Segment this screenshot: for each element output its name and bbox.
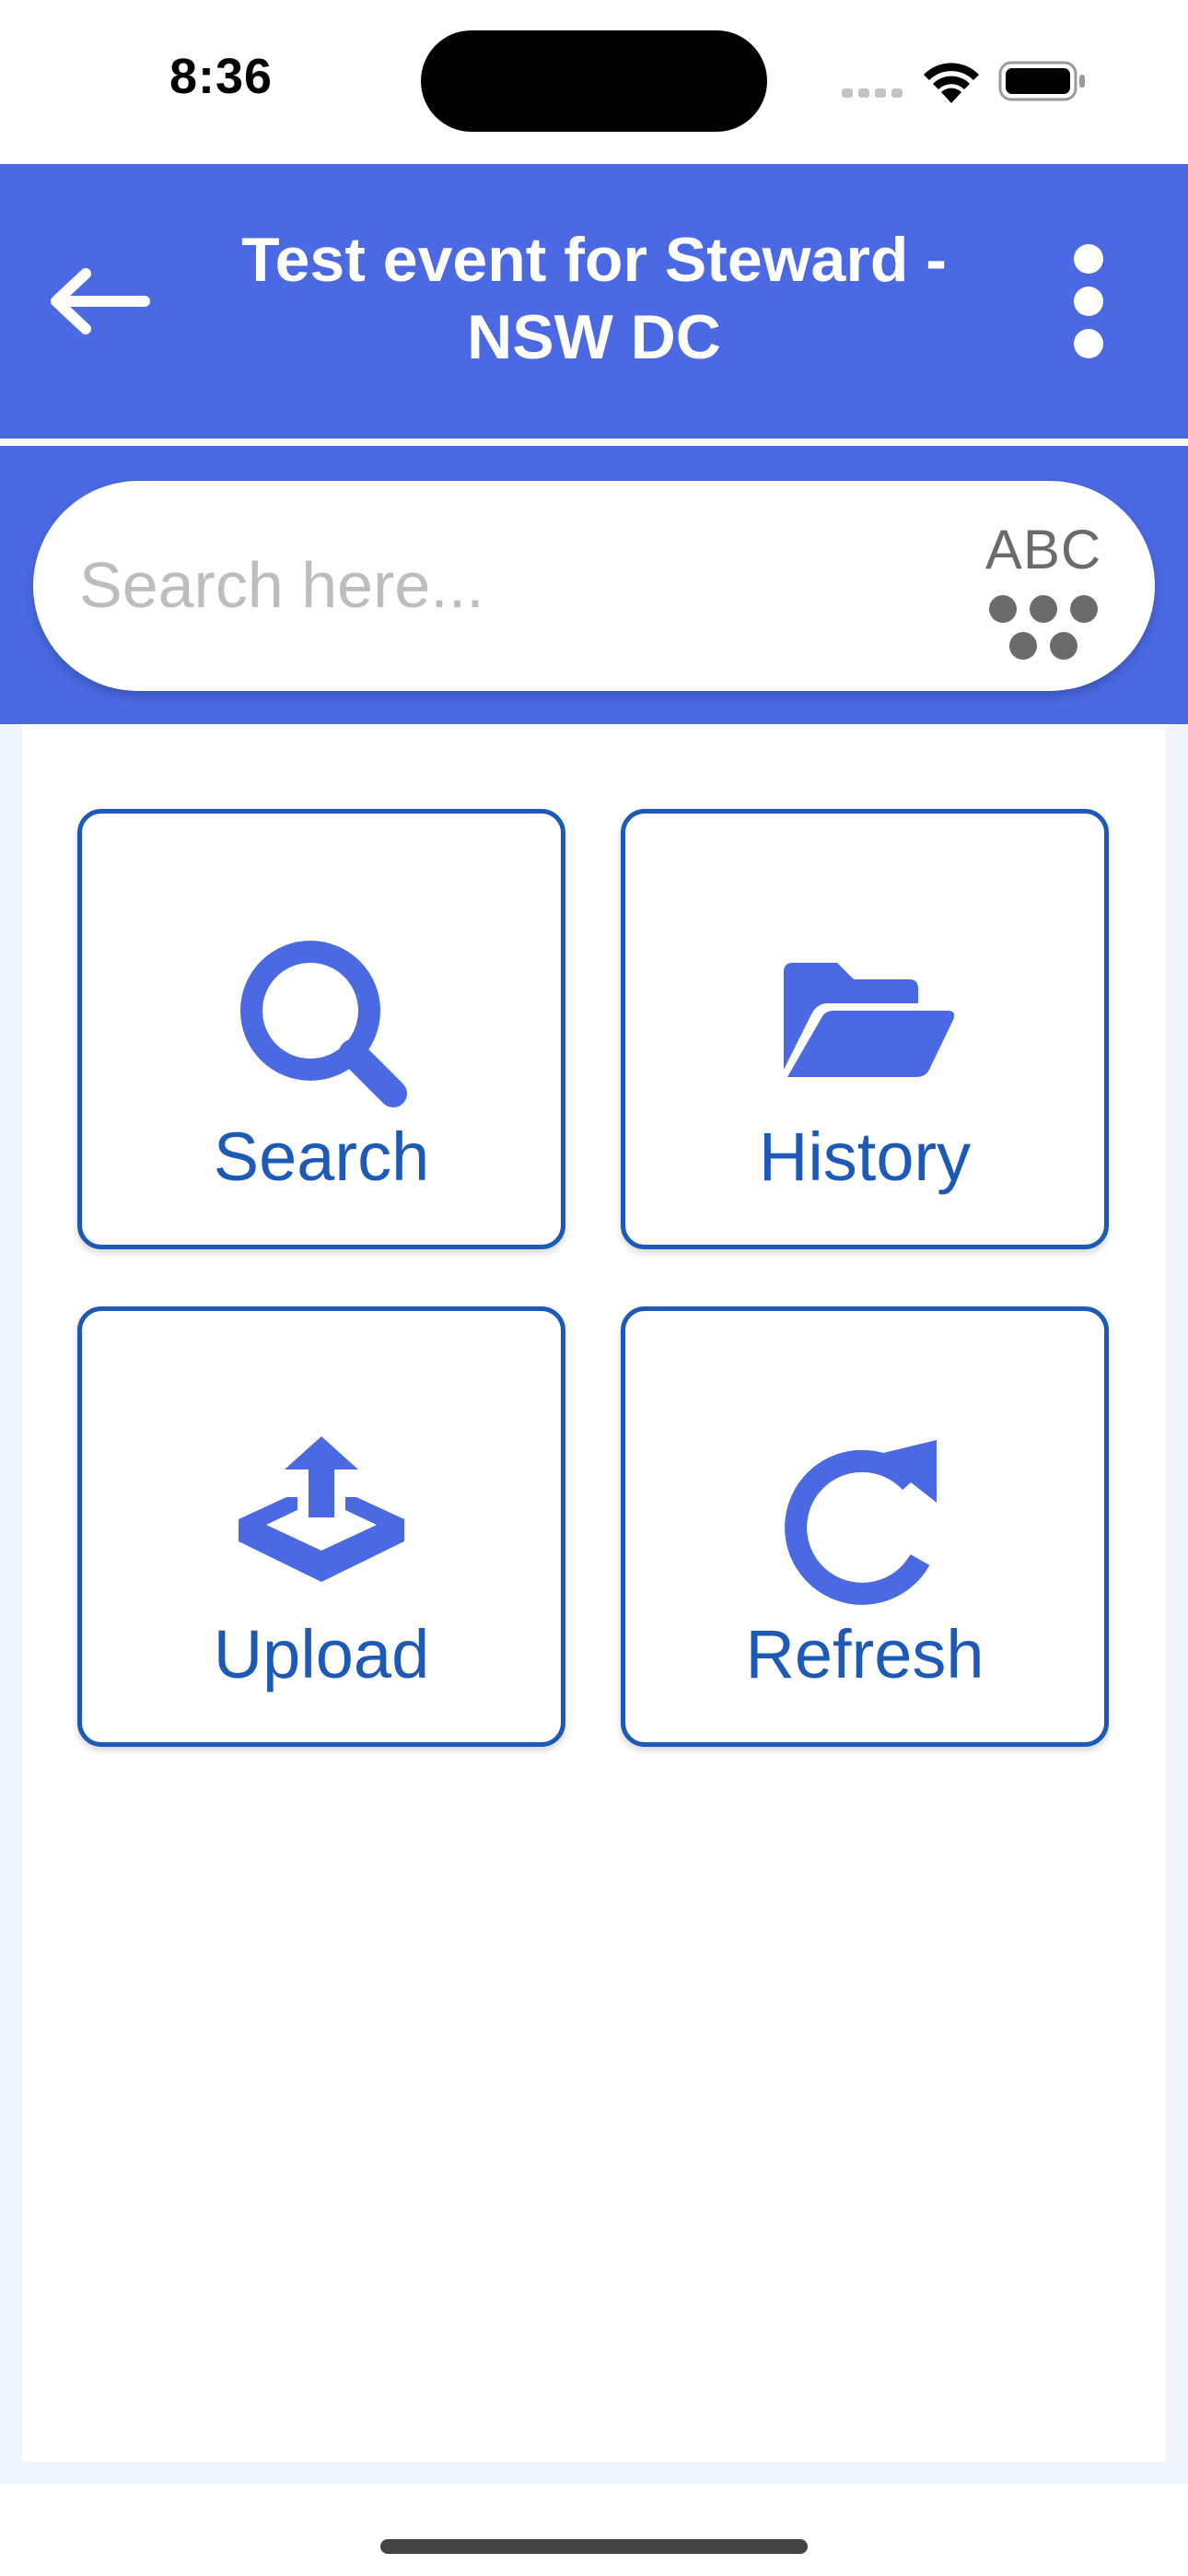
- page-title: Test event for Steward - NSW DC: [184, 221, 1004, 376]
- search-tile[interactable]: Search: [77, 809, 565, 1249]
- page-title-line-2: NSW DC: [467, 302, 721, 372]
- page-title-line-1: Test event for Steward -: [241, 225, 947, 295]
- keyboard-toggle-label: ABC: [984, 519, 1102, 580]
- wifi-icon: [924, 63, 979, 103]
- search-icon: [82, 931, 561, 1116]
- folder-open-icon: [625, 931, 1104, 1116]
- arrow-left-icon: [51, 268, 150, 334]
- upload-tile[interactable]: Upload: [77, 1306, 565, 1747]
- dynamic-island: [421, 30, 767, 132]
- back-button[interactable]: [39, 251, 158, 352]
- refresh-tile-label: Refresh: [745, 1616, 984, 1692]
- cellular-signal-icon: [842, 88, 903, 98]
- more-options-button[interactable]: [1059, 235, 1120, 366]
- battery-icon: [998, 61, 1085, 101]
- status-time: 8:36: [169, 49, 274, 104]
- history-tile-label: History: [758, 1118, 972, 1195]
- history-tile[interactable]: History: [621, 809, 1109, 1249]
- search-input[interactable]: [77, 516, 906, 654]
- status-bar: 8:36: [0, 0, 1188, 164]
- upload-icon: [82, 1429, 561, 1613]
- search-tile-label: Search: [213, 1118, 430, 1195]
- refresh-tile[interactable]: Refresh: [621, 1306, 1109, 1747]
- refresh-icon: [625, 1429, 1104, 1613]
- upload-tile-label: Upload: [213, 1616, 430, 1692]
- header-divider: [0, 439, 1188, 446]
- home-indicator[interactable]: [380, 2539, 808, 2554]
- keyboard-toggle-button[interactable]: ABC: [974, 518, 1112, 674]
